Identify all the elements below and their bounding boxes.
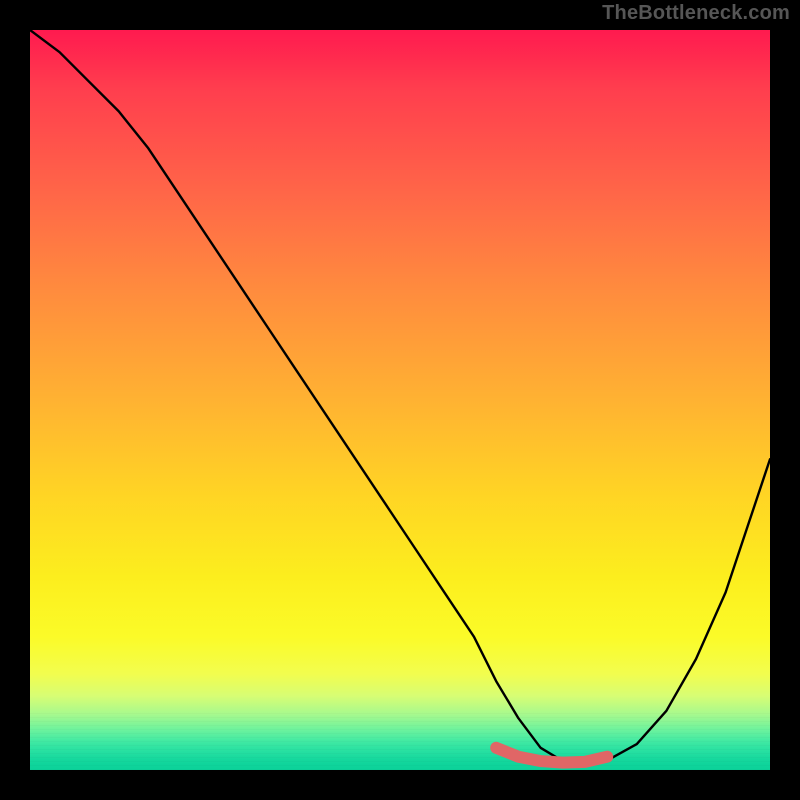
chart-frame: TheBottleneck.com: [0, 0, 800, 800]
bottleneck-curve: [30, 30, 770, 764]
watermark-text: TheBottleneck.com: [602, 2, 790, 25]
curve-svg: [30, 30, 770, 770]
plot-area: [30, 30, 770, 770]
